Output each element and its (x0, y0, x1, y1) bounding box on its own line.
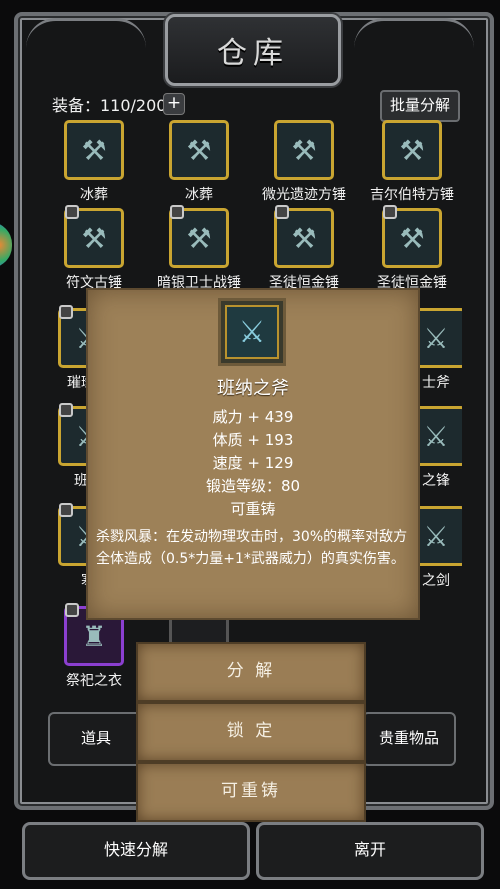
expand-capacity-button[interactable]: + (163, 93, 185, 115)
item-icon: ⚒ (64, 205, 124, 268)
item-name: 祭祀之衣 (66, 673, 122, 689)
hammer-icon: ⚒ (291, 221, 317, 255)
hammer-icon: ⚒ (291, 133, 317, 167)
item-skill-description: 杀戮风暴：在发动物理攻击时，30%的概率对敌方全体造成（0.5*力量+1*武器威… (96, 529, 408, 567)
item-slot[interactable]: ⚒ 暗银卫士战锤 (149, 205, 249, 292)
item-slot[interactable]: ⚒ 冰葬 (44, 120, 144, 204)
item-icon: ⚒ (64, 120, 124, 180)
page-title: 仓库 (217, 36, 289, 71)
item-slot[interactable]: ⚒ 圣徒恒金锤 (362, 205, 462, 292)
item-icon: ⚒ (274, 120, 334, 180)
decompose-button[interactable]: 分 解 (136, 642, 366, 702)
stat-constitution: 体质 + 193 (212, 431, 294, 449)
item-detail-name: 班纳之斧 (217, 378, 289, 399)
hammer-icon: ⚒ (186, 133, 212, 167)
item-slot[interactable]: ⚒ 吉尔伯特方锤 (362, 120, 462, 204)
lock-button[interactable]: 锁 定 (136, 702, 366, 762)
stat-forge-level: 锻造等级：80 (205, 477, 301, 495)
item-icon: ⚒ (169, 205, 229, 268)
item-detail-popup: ⚔ 班纳之斧 威力 + 439 体质 + 193 速度 + 129 锻造等级：8… (86, 288, 420, 620)
item-slot[interactable]: ⚒ 圣徒恒金锤 (254, 205, 354, 292)
batch-decompose-button[interactable]: 批量分解 (380, 90, 460, 122)
left-ornament (26, 18, 146, 81)
leave-button[interactable]: 离开 (256, 822, 484, 880)
item-detail-icon-frame: ⚔ (218, 298, 286, 366)
right-ornament (354, 18, 474, 81)
item-icon: ⚒ (169, 120, 229, 180)
recast-button[interactable]: 可重铸 (136, 762, 366, 822)
tab-valuables[interactable]: 贵重物品 (362, 712, 456, 766)
quick-decompose-button[interactable]: 快速分解 (22, 822, 250, 880)
floating-assistant-icon[interactable] (0, 222, 12, 268)
stat-power: 威力 + 439 (212, 408, 294, 426)
stat-speed: 速度 + 129 (212, 454, 294, 472)
item-slot[interactable]: ⚒ 冰葬 (149, 120, 249, 204)
item-slot[interactable]: ⚒ 符文古锤 (44, 205, 144, 292)
title-plate: 仓库 (165, 14, 341, 86)
item-slot[interactable]: ⚒ 微光遗迹方锤 (254, 120, 354, 204)
hammer-icon: ⚒ (81, 133, 107, 167)
hammer-icon: ⚒ (399, 221, 425, 255)
equipment-count: 装备：110/200 (52, 96, 167, 115)
item-name: 冰葬 (185, 187, 213, 203)
item-name: 吉尔伯特方锤 (370, 187, 454, 203)
hammer-icon: ⚒ (81, 221, 107, 255)
item-icon: ⚒ (382, 120, 442, 180)
item-name: 微光遗迹方锤 (262, 187, 346, 203)
axe-icon: ⚔ (225, 305, 279, 359)
item-icon: ⚒ (274, 205, 334, 268)
tab-items[interactable]: 道具 (48, 712, 144, 766)
stat-recastable: 可重铸 (230, 500, 276, 518)
hammer-icon: ⚒ (186, 221, 212, 255)
hammer-icon: ⚒ (399, 133, 425, 167)
item-icon: ⚒ (382, 205, 442, 268)
item-name: 冰葬 (80, 187, 108, 203)
